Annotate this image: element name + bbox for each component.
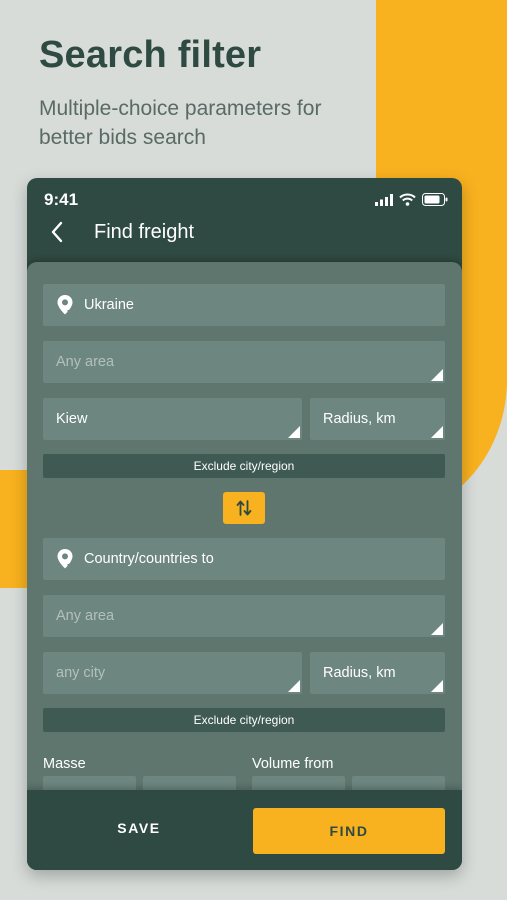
to-city-select[interactable]: any city [43,652,302,694]
promo-title: Search filter [39,34,262,76]
signal-icon [375,193,393,206]
dropdown-corner-icon [431,369,443,381]
volume-label: Volume from [252,756,334,772]
phone-screen: 9:41 Find freight Ukraine Any area Kiew … [27,178,462,870]
battery-icon [422,193,448,206]
swap-direction-button[interactable] [223,492,265,524]
status-time: 9:41 [44,190,79,209]
to-country-field[interactable]: Country/countries to [43,538,445,580]
wifi-icon [399,193,416,206]
from-radius-value: Radius, km [323,411,396,427]
promo-subtitle: Multiple-choice parameters for better bi… [39,97,322,149]
from-area-select[interactable]: Any area [43,341,445,383]
from-country-field[interactable]: Ukraine [43,284,445,326]
to-radius-value: Radius, km [323,665,396,681]
dropdown-corner-icon [288,426,300,438]
decorative-yellow-shape-left [0,470,27,588]
save-button[interactable]: SAVE [79,820,199,836]
find-button[interactable]: FIND [253,808,445,854]
to-city-placeholder: any city [56,665,106,681]
chevron-left-icon[interactable] [47,220,69,244]
to-area-placeholder: Any area [56,608,115,624]
swap-vertical-icon [236,500,252,516]
search-form: Ukraine Any area Kiew Radius, km Exclude… [27,262,462,870]
dropdown-corner-icon [431,680,443,692]
from-area-placeholder: Any area [56,354,115,370]
dropdown-corner-icon [431,426,443,438]
from-city-value: Kiew [56,411,88,427]
bottom-action-bar: SAVE FIND [27,790,462,870]
status-icons [375,193,448,206]
to-area-select[interactable]: Any area [43,595,445,637]
dropdown-corner-icon [288,680,300,692]
to-radius-select[interactable]: Radius, km [310,652,445,694]
page-title: Find freight [94,221,195,243]
from-radius-select[interactable]: Radius, km [310,398,445,440]
location-pin-icon [56,294,74,316]
from-country-value: Ukraine [84,297,134,313]
from-city-select[interactable]: Kiew [43,398,302,440]
to-exclude-button[interactable]: Exclude city/region [43,708,445,732]
from-exclude-button[interactable]: Exclude city/region [43,454,445,478]
to-country-placeholder: Country/countries to [84,551,214,567]
dropdown-corner-icon [431,623,443,635]
mass-label: Masse [43,756,86,772]
location-pin-icon [56,548,74,570]
